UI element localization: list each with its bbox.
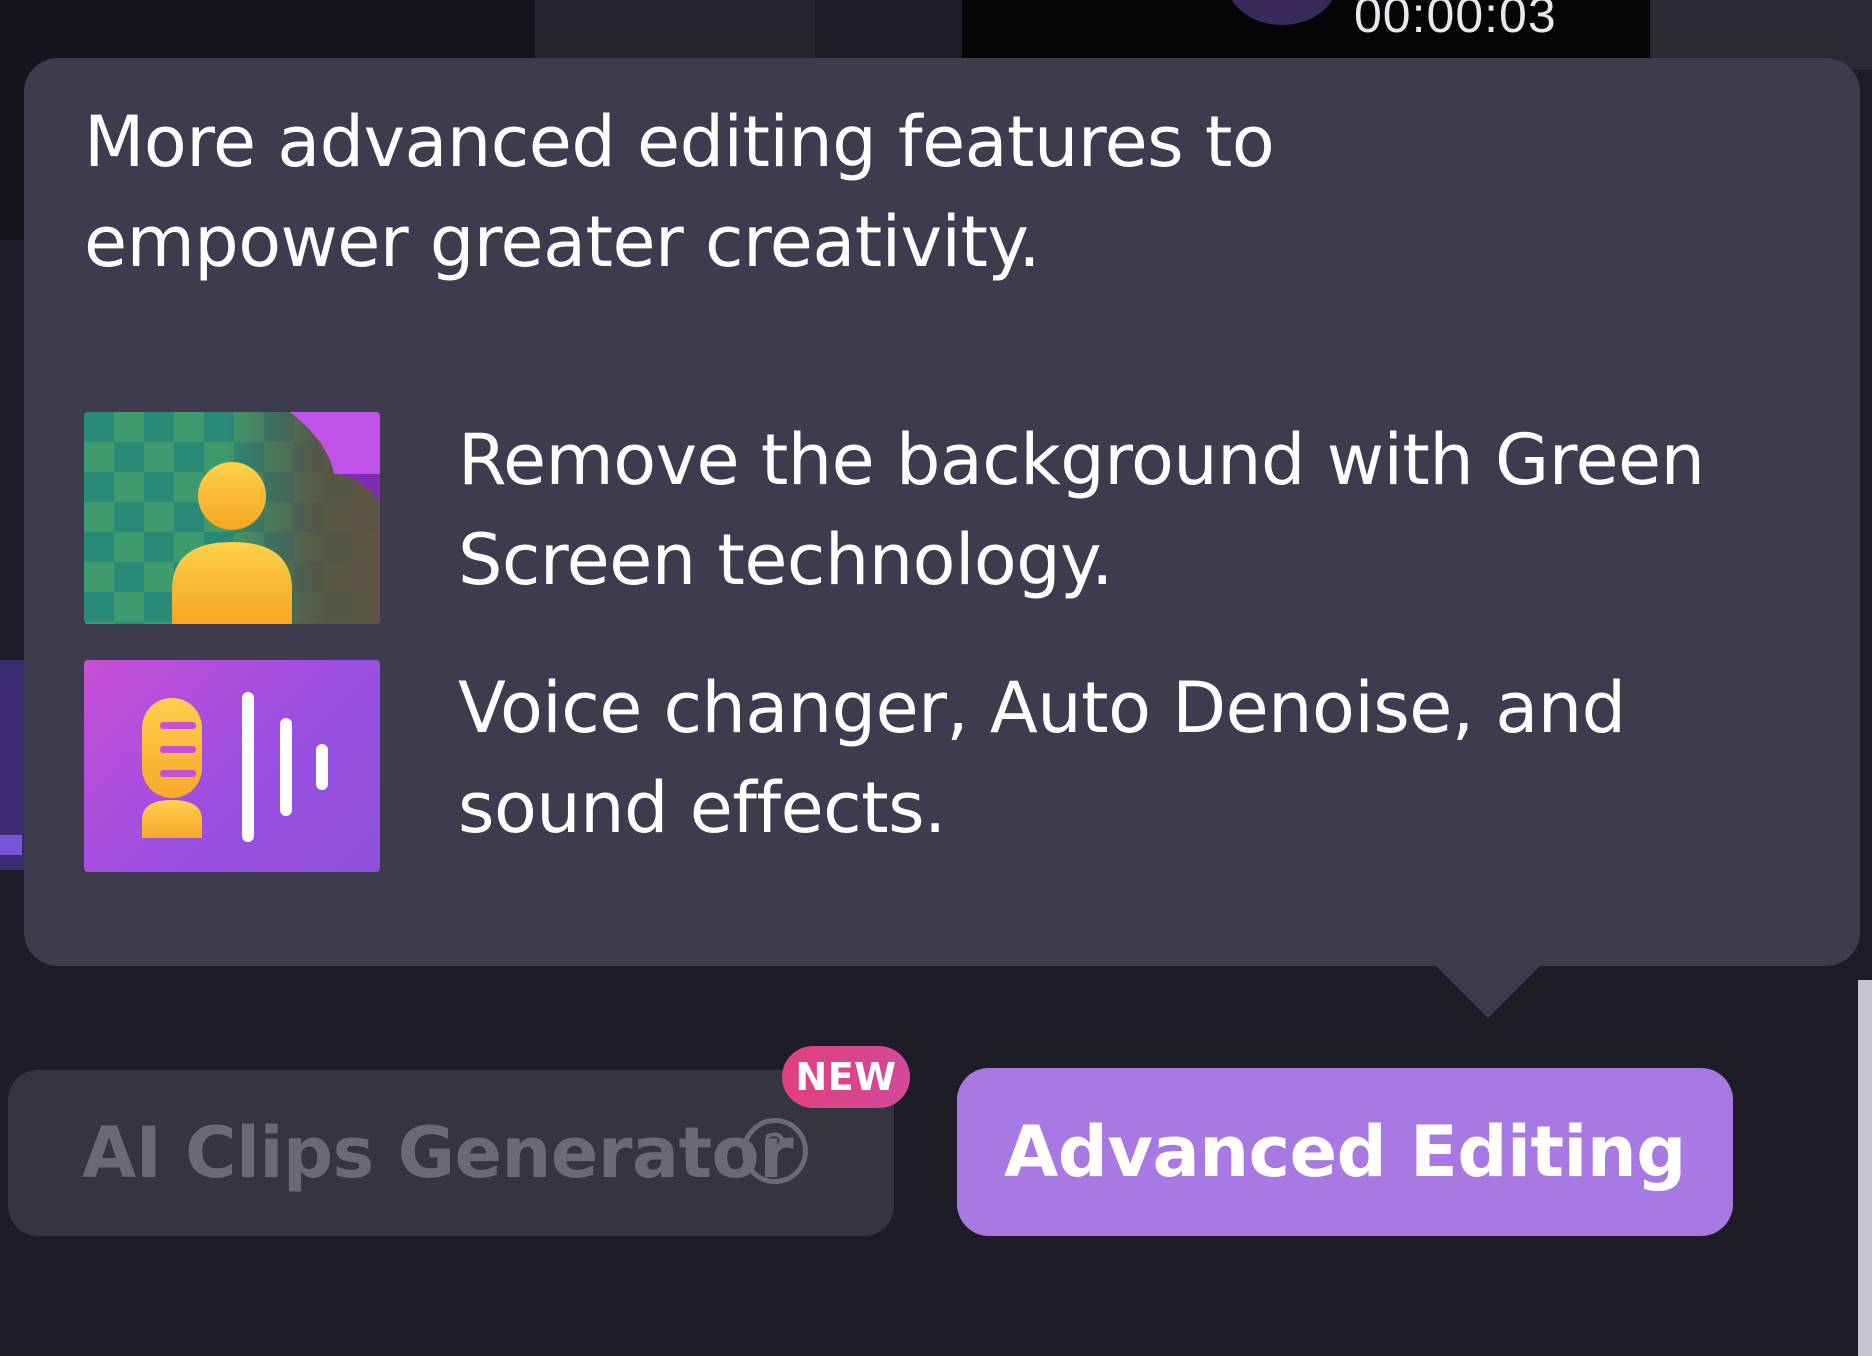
person-silhouette-icon — [172, 412, 380, 624]
ai-clips-generator-button[interactable]: AI Clips Generator ? — [8, 1070, 894, 1236]
preview-content — [1227, 0, 1337, 25]
new-badge: NEW — [782, 1046, 910, 1108]
popover-arrow — [1434, 964, 1542, 1018]
microphone-waveform-icon — [142, 692, 328, 842]
ai-clips-generator-label: AI Clips Generator — [82, 1112, 794, 1194]
feature-green-screen-text: Remove the background with Green Screen … — [458, 419, 1705, 601]
feature-voice-changer-text: Voice changer, Auto Denoise, and sound e… — [458, 667, 1626, 849]
preview-timecode: 00:00:03 — [1354, 0, 1557, 43]
advanced-editing-button[interactable]: Advanced Editing — [957, 1068, 1733, 1236]
scrollbar[interactable] — [1858, 980, 1872, 1356]
popover-title: More advanced editing features to empowe… — [84, 101, 1275, 283]
app-stage: 00:00:03 More advanced editing features … — [0, 0, 1872, 1356]
green-screen-icon — [84, 412, 380, 624]
help-icon[interactable]: ? — [742, 1118, 808, 1184]
voice-changer-icon — [84, 660, 380, 872]
timeline-clip-marker — [0, 835, 22, 855]
